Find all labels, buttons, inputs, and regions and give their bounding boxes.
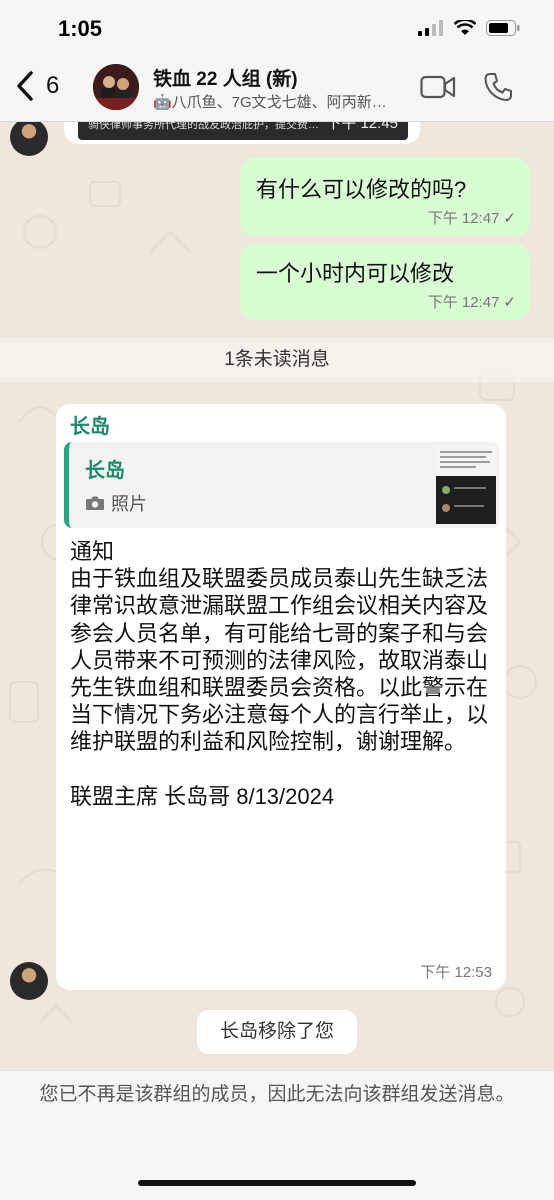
chat-header: 6 铁血 22 人组 (新) 🤖八爪鱼、7G文戈七雄、阿丙新… bbox=[0, 56, 554, 122]
quote-type: 照片 bbox=[85, 490, 147, 516]
home-indicator[interactable] bbox=[138, 1180, 416, 1186]
chat-area[interactable]: 骑侠律师事务所代理的战友政治庇护，提交费… 下午 12:45 有什么可以修改的吗… bbox=[0, 122, 554, 1070]
video-call-icon[interactable] bbox=[420, 74, 456, 100]
sent-check-icon: ✓ bbox=[503, 293, 516, 311]
message-text: 通知 由于铁血组及联盟委员成员泰山先生缺乏法律常识故意泄漏联盟工作组会议相关内容… bbox=[70, 539, 489, 809]
forwarded-screenshot: 骑侠律师事务所代理的战友政治庇护，提交费… 下午 12:45 bbox=[78, 122, 408, 140]
phone-call-icon[interactable] bbox=[484, 72, 512, 102]
message-time: 下午 12:47 bbox=[427, 294, 500, 311]
sender-avatar[interactable] bbox=[10, 962, 48, 1000]
group-photo bbox=[93, 64, 139, 110]
status-time: 1:05 bbox=[58, 16, 103, 41]
message-text: 一个小时内可以修改 bbox=[256, 261, 455, 286]
partial-time: 下午 12:45 bbox=[326, 122, 398, 132]
removed-notice-text: 您已不再是该群组的成员，因此无法向该群组发送消息。 bbox=[39, 1084, 515, 1105]
message-bubble[interactable]: 骑侠律师事务所代理的战友政治庇护，提交费… 下午 12:45 bbox=[64, 122, 420, 144]
group-avatar[interactable] bbox=[93, 64, 139, 110]
message-meta: 下午 12:53 bbox=[420, 961, 492, 982]
unread-chats-count: 6 bbox=[46, 72, 60, 99]
message-text: 有什么可以修改的吗? bbox=[256, 177, 467, 202]
quote-sender: 长岛 bbox=[85, 460, 125, 482]
message-time: 下午 12:47 bbox=[427, 210, 500, 227]
group-title[interactable]: 铁血 22 人组 (新) bbox=[153, 64, 298, 91]
status-icons bbox=[418, 20, 520, 36]
back-button[interactable]: 6 bbox=[16, 70, 59, 102]
outgoing-message[interactable]: 有什么可以修改的吗? 下午 12:47 ✓ bbox=[240, 158, 530, 236]
message-meta: 下午 12:47 ✓ bbox=[428, 291, 516, 312]
signal-icon bbox=[418, 20, 443, 36]
unread-divider: 1条未读消息 bbox=[0, 338, 554, 382]
message-meta: 下午 12:47 ✓ bbox=[428, 207, 516, 228]
incoming-message[interactable]: 长岛 长岛 照片 通知 由于铁血组及联盟委员成员泰山先生缺乏法律常识故意泄漏联盟… bbox=[56, 404, 506, 990]
sent-check-icon: ✓ bbox=[503, 209, 516, 227]
quote-type-label: 照片 bbox=[111, 494, 147, 514]
battery-icon bbox=[486, 20, 520, 36]
system-message: 长岛移除了您 bbox=[197, 1010, 357, 1054]
status-bar: 1:05 bbox=[0, 0, 554, 56]
quote-thumbnail bbox=[436, 446, 496, 524]
wifi-icon bbox=[454, 20, 476, 35]
chevron-left-icon bbox=[17, 71, 33, 101]
partial-text: 骑侠律师事务所代理的战友政治庇护，提交费… bbox=[88, 122, 319, 131]
group-members[interactable]: 🤖八爪鱼、7G文戈七雄、阿丙新… bbox=[153, 91, 403, 112]
sender-name[interactable]: 长岛 bbox=[70, 410, 110, 439]
message-time: 下午 12:53 bbox=[420, 964, 492, 981]
camera-icon bbox=[86, 496, 104, 510]
quoted-message[interactable]: 长岛 照片 bbox=[64, 442, 500, 528]
outgoing-message[interactable]: 一个小时内可以修改 下午 12:47 ✓ bbox=[240, 244, 530, 320]
